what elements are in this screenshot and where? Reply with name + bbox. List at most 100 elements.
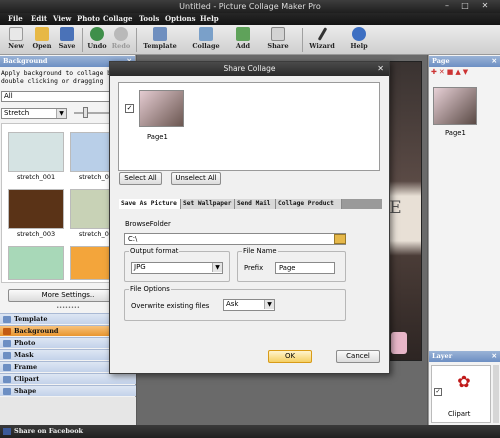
clipart-icon <box>3 376 11 383</box>
help-button[interactable]: Help <box>348 27 370 50</box>
nav-label: Photo <box>14 339 36 347</box>
share-collage-dialog: Share Collage ✕ ✓ Page1 Select All Unsel… <box>109 61 390 374</box>
wizard-button[interactable]: Wizard <box>308 27 336 50</box>
chevron-down-icon: ▼ <box>264 300 274 309</box>
thumbnail-stretch-001[interactable]: stretch_001 <box>8 132 64 182</box>
nav-label: Background <box>14 327 59 335</box>
close-icon[interactable]: ✕ <box>492 56 497 67</box>
cancel-button[interactable]: Cancel <box>336 350 380 363</box>
layer-list: ✓ ✿ Clipart <box>431 365 491 423</box>
page1-thumbnail[interactable] <box>139 90 184 127</box>
open-label: Open <box>32 42 52 50</box>
folder-path-field[interactable]: C:\ <box>124 233 346 245</box>
save-label: Save <box>58 42 76 50</box>
template-button[interactable]: Template <box>142 27 178 50</box>
unselect-all-button[interactable]: Unselect All <box>171 172 221 185</box>
rose-clipart-icon[interactable]: ✿ <box>454 372 474 404</box>
mode-select[interactable]: Stretch ▼ <box>1 108 67 119</box>
new-label: New <box>8 42 24 50</box>
thumbnail-label: stretch_001 <box>16 173 56 181</box>
right-panel: Page ✕ ✚✕■▲▼ Page1 Layer ✕ ✓ ✿ Clipart <box>428 55 500 425</box>
new-icon <box>9 27 23 41</box>
file-options-group: File Options Overwrite existing files As… <box>124 285 346 321</box>
browse-folder-icon[interactable] <box>334 234 346 244</box>
share-button[interactable]: Share <box>265 27 291 50</box>
tab-collage-product[interactable]: Collage Product <box>276 199 342 209</box>
menu-tools[interactable]: Tools <box>139 14 159 24</box>
add-icon <box>236 27 250 41</box>
close-window-button[interactable]: ✕ <box>478 1 492 11</box>
save-button[interactable]: Save <box>56 27 78 50</box>
chevron-down-icon: ▼ <box>212 263 222 272</box>
thumbnail-image <box>8 132 64 172</box>
menu-view[interactable]: View <box>53 14 71 24</box>
select-all-button[interactable]: Select All <box>119 172 162 185</box>
opacity-slider-handle[interactable] <box>83 107 88 118</box>
overwrite-value: Ask <box>226 300 239 308</box>
tab-save-as-picture[interactable]: Save As Picture <box>119 199 181 209</box>
menu-help[interactable]: Help <box>200 14 219 24</box>
menu-file[interactable]: File <box>8 14 23 24</box>
prefix-input[interactable]: Page <box>275 262 335 274</box>
open-button[interactable]: Open <box>31 27 53 50</box>
undo-button[interactable]: Undo <box>86 27 108 50</box>
dialog-close-button[interactable]: ✕ <box>377 62 384 76</box>
nav-label: Mask <box>14 351 34 359</box>
ok-button[interactable]: OK <box>268 350 312 363</box>
thumbnail-image <box>8 246 64 280</box>
shape-icon <box>3 388 11 395</box>
output-format-group: Output format JPG ▼ <box>124 247 230 282</box>
toolbar-separator <box>302 28 303 52</box>
page-thumbnail[interactable] <box>433 87 477 125</box>
menu-edit[interactable]: Edit <box>31 14 47 24</box>
mask-icon <box>3 352 11 359</box>
status-bar: Share on Facebook <box>0 425 500 438</box>
category-value: All <box>4 92 13 100</box>
layer-visibility-checkbox[interactable]: ✓ <box>434 388 442 396</box>
share-icon <box>271 27 285 41</box>
thumbnail-stretch-005[interactable] <box>8 246 64 280</box>
file-name-label: File Name <box>242 247 278 256</box>
collage-button[interactable]: Collage <box>190 27 222 50</box>
chevron-down-icon: ▼ <box>56 109 66 118</box>
new-button[interactable]: New <box>6 27 26 50</box>
thumbnail-image <box>8 189 64 229</box>
nav-shape[interactable]: Shape <box>0 385 136 396</box>
page-selection-list: ✓ Page1 <box>118 82 380 171</box>
maximize-button[interactable]: □ <box>458 1 472 11</box>
layer-panel-header: Layer ✕ <box>429 351 500 362</box>
facebook-icon <box>3 428 11 435</box>
menu-photo[interactable]: Photo <box>77 14 100 24</box>
nav-label: Shape <box>14 387 37 395</box>
page-panel-header: Page ✕ <box>429 56 500 67</box>
tab-send-mail[interactable]: Send Mail <box>235 199 276 209</box>
nav-footer <box>0 397 136 425</box>
thumbnail-stretch-003[interactable]: stretch_003 <box>8 189 64 239</box>
open-icon <box>35 27 49 41</box>
page1-checkbox[interactable]: ✓ <box>125 104 134 113</box>
output-format-value: JPG <box>134 263 146 271</box>
tab-set-wallpaper[interactable]: Set Wallpaper <box>181 199 235 209</box>
menu-options[interactable]: Options <box>165 14 196 24</box>
minimize-button[interactable]: – <box>440 1 454 11</box>
collage-icon <box>199 27 213 41</box>
menu-collage[interactable]: Collage <box>103 14 132 24</box>
layer-scrollbar[interactable] <box>493 365 499 423</box>
redo-button[interactable]: Redo <box>110 27 132 50</box>
share-facebook-link[interactable]: Share on Facebook <box>14 427 83 435</box>
share-label: Share <box>267 42 289 50</box>
frame-icon <box>3 364 11 371</box>
layer-panel-title: Layer <box>432 352 453 360</box>
overwrite-select[interactable]: Ask ▼ <box>223 299 275 311</box>
dialog-title-bar: Share Collage <box>110 62 389 76</box>
undo-label: Undo <box>87 42 107 50</box>
candle-image[interactable] <box>391 332 407 354</box>
page-tools[interactable]: ✚✕■▲▼ <box>431 68 499 78</box>
nav-clipart[interactable]: Clipart <box>0 373 136 384</box>
add-button[interactable]: Add <box>232 27 254 50</box>
toolbar-separator <box>136 28 137 52</box>
mode-value: Stretch <box>4 109 30 117</box>
output-format-select[interactable]: JPG ▼ <box>131 262 223 274</box>
add-label: Add <box>235 42 251 50</box>
close-icon[interactable]: ✕ <box>492 351 497 362</box>
